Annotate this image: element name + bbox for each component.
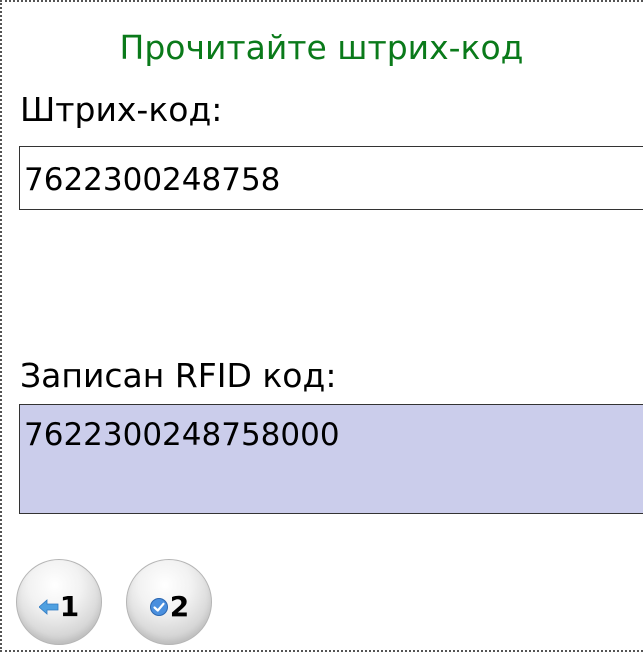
page-title: Прочитайте штрих-код <box>119 28 524 67</box>
back-arrow-icon <box>38 599 59 615</box>
confirm-button-label: 2 <box>169 590 190 623</box>
back-button-label: 1 <box>59 590 80 623</box>
barcode-field[interactable]: 7622300248758 <box>19 146 643 210</box>
rfid-field: 7622300248758000 <box>19 404 643 514</box>
confirm-button[interactable]: 2 <box>126 559 212 645</box>
rfid-label: Записан RFID код: <box>20 356 337 395</box>
back-button[interactable]: 1 <box>16 559 102 645</box>
checkmark-icon <box>149 597 169 617</box>
barcode-label: Штрих-код: <box>20 90 223 129</box>
